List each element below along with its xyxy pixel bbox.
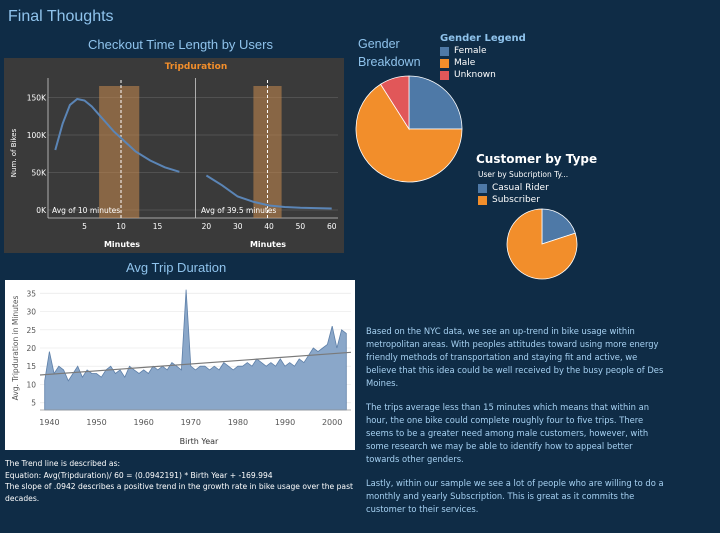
trip-x-tick-label: 1950 (86, 418, 106, 427)
trip-y-tick-label: 20 (26, 344, 36, 353)
conclusion-text: Based on the NYC data, we see an up-tren… (366, 325, 666, 527)
checkout-highlight-band (99, 86, 140, 218)
trip-x-tick-label: 1970 (181, 418, 201, 427)
trip-x-tick-label: 1990 (275, 418, 295, 427)
page-title: Final Thoughts (8, 8, 114, 25)
male-swatch (440, 58, 449, 68)
conclusion-paragraph-2: The trips average less than 15 minutes w… (366, 402, 650, 464)
gender-pie-chart (355, 75, 463, 183)
trip-x-tick-label: 2000 (322, 418, 342, 427)
trend-note: The Trend line is described as: Equation… (5, 458, 357, 504)
customer-type-title: Customer by Type (476, 152, 598, 166)
trip-x-tick-label: 1960 (133, 418, 153, 427)
gender-pie-slice-female (408, 75, 463, 130)
legend-label-subscriber: Subscriber (492, 195, 540, 205)
conclusion-paragraph-3: Lastly, within our sample we see a lot o… (366, 478, 664, 514)
trend-note-heading: The Trend line is described as: (5, 459, 121, 468)
trend-note-equation: Equation: Avg(Tripduration)/ 60 = (0.094… (5, 470, 273, 480)
avg-trip-x-axis-label: Birth Year (180, 437, 219, 446)
casual-swatch (478, 183, 487, 193)
trip-x-tick-label: 1980 (228, 418, 248, 427)
legend-label-casual: Casual Rider (492, 183, 549, 193)
legend-item-casual: Casual Rider (478, 183, 568, 193)
checkout-x-axis-label-left: Minutes (104, 240, 140, 249)
checkout-y-tick-label: 0K (36, 206, 47, 215)
conclusion-paragraph-1: Based on the NYC data, we see an up-tren… (366, 326, 664, 388)
legend-label-male: Male (454, 58, 476, 68)
checkout-time-chart: Tripduration Num. of Bikes Minutes Minut… (4, 58, 344, 253)
checkout-x-tick-label: 40 (264, 222, 274, 231)
trip-y-tick-label: 35 (26, 289, 36, 298)
checkout-x-tick-label: 30 (233, 222, 243, 231)
legend-item-female: Female (440, 46, 526, 56)
checkout-x-tick-label: 15 (153, 222, 163, 231)
gender-legend-title: Gender Legend (440, 33, 526, 44)
customer-type-legend: User by Subcription Ty... Casual Rider S… (478, 170, 568, 205)
checkout-y-axis-label: Num. of Bikes (10, 128, 18, 177)
gender-legend: Gender Legend Female Male Unknown (440, 33, 526, 80)
avg-trip-chart: Avg. Tripduration in Minutes Birth Year … (5, 280, 355, 450)
legend-label-female: Female (454, 46, 487, 56)
female-swatch (440, 46, 449, 56)
checkout-chart-title: Checkout Time Length by Users (88, 37, 273, 52)
checkout-x-tick-label: 60 (327, 222, 337, 231)
checkout-x-tick-label: 5 (82, 222, 87, 231)
legend-item-subscriber: Subscriber (478, 195, 568, 205)
trip-y-tick-label: 30 (26, 308, 36, 317)
checkout-x-axis-label-right: Minutes (250, 240, 286, 249)
checkout-y-tick-label: 150K (27, 94, 47, 103)
checkout-panel-bg (4, 58, 344, 253)
trip-y-tick-label: 5 (31, 399, 36, 408)
checkout-x-tick-label: 50 (296, 222, 306, 231)
gender-chart-title: Gender Breakdown (358, 37, 421, 69)
checkout-subtitle: Tripduration (165, 62, 227, 72)
checkout-x-tick-label: 20 (202, 222, 212, 231)
customer-type-pie-chart (506, 208, 578, 280)
customer-legend-title: User by Subcription Ty... (478, 170, 569, 179)
checkout-y-tick-label: 50K (32, 169, 48, 178)
trip-y-tick-label: 10 (26, 380, 36, 389)
trip-y-tick-label: 25 (26, 326, 36, 335)
trip-x-tick-label: 1940 (39, 418, 59, 427)
checkout-y-tick-label: 100K (27, 131, 47, 140)
subscriber-swatch (478, 195, 487, 205)
checkout-average-annotation: Avg of 39.5 minutes (201, 206, 276, 215)
avg-trip-chart-title: Avg Trip Duration (126, 260, 227, 275)
legend-item-male: Male (440, 58, 526, 68)
trip-y-tick-label: 15 (26, 362, 36, 371)
checkout-average-annotation: Avg of 10 minutes (52, 206, 120, 215)
checkout-x-tick-label: 10 (116, 222, 126, 231)
avg-trip-y-axis-label: Avg. Tripduration in Minutes (11, 296, 20, 401)
trend-note-slope: The slope of .0942 describes a positive … (5, 482, 354, 503)
